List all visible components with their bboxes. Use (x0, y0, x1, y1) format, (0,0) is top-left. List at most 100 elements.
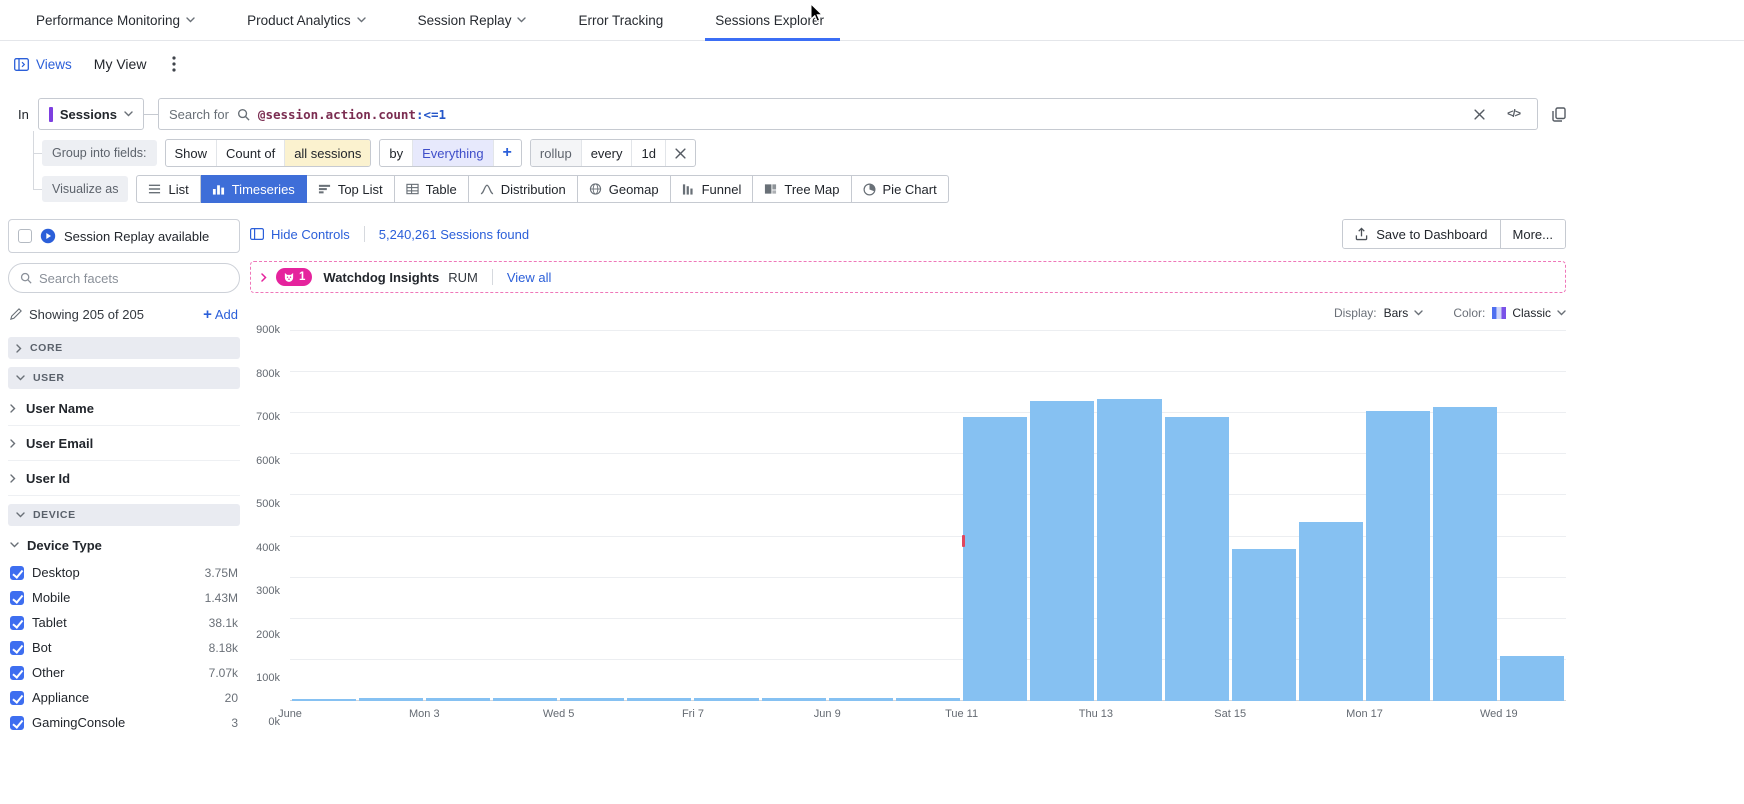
copy-query-button[interactable] (1552, 107, 1566, 122)
views-panel-icon (14, 58, 29, 71)
bar-slot (559, 331, 626, 701)
device-type-value-count: 7.07k (209, 666, 238, 680)
bar-slot (760, 331, 827, 701)
chart-bar-jun-16[interactable] (1299, 522, 1363, 701)
chart-bar-jun-14[interactable] (1165, 417, 1229, 701)
chart-bar-jun-13[interactable] (1097, 399, 1161, 701)
more-button[interactable]: More... (1500, 220, 1565, 248)
y-axis-label: 200k (256, 629, 280, 641)
device-type-value-label: Tablet (32, 615, 67, 630)
device-type-value-count: 8.18k (209, 641, 238, 655)
plot-area[interactable] (290, 331, 1566, 701)
y-axis-label: 900k (256, 324, 280, 336)
facet-search-input[interactable] (39, 271, 228, 286)
facet-user-name[interactable]: User Name (8, 391, 240, 426)
scope-selector-dropdown[interactable]: Sessions (38, 98, 144, 130)
tab-performance-monitoring[interactable]: Performance Monitoring (36, 0, 195, 40)
device-type-value-label: Bot (32, 640, 52, 655)
bar-slot (1163, 331, 1230, 701)
remove-rollup-button[interactable] (666, 140, 695, 166)
facet-user-id[interactable]: User Id (8, 461, 240, 496)
by-value-token[interactable]: Everything (413, 140, 493, 166)
device-type-value-label: Appliance (32, 690, 89, 705)
chart-bar-jun-17[interactable] (1366, 411, 1430, 701)
content-area: Session Replay available Showing 205 of … (8, 219, 1566, 735)
watchdog-view-all-link[interactable]: View all (507, 270, 552, 285)
viz-label: Timeseries (232, 182, 295, 197)
rollup-group: rollup every 1d (530, 139, 696, 167)
section-core[interactable]: CORE (8, 337, 240, 359)
views-bar: Views My View (0, 41, 1744, 87)
facet-device-type[interactable]: Device Type (8, 530, 240, 560)
visualize-row: Visualize as ListTimeseriesTop ListTable… (42, 175, 1744, 203)
section-device[interactable]: DEVICE (8, 504, 240, 526)
rollup-every-dropdown[interactable]: every (582, 140, 633, 166)
viz-geomap-button[interactable]: Geomap (578, 175, 671, 203)
count-target-token[interactable]: all sessions (285, 140, 370, 166)
viz-list-button[interactable]: List (136, 175, 200, 203)
views-button[interactable]: Views (14, 57, 72, 72)
chevron-right-icon (16, 344, 22, 353)
view-options-button[interactable] (168, 56, 180, 72)
chevron-right-icon[interactable] (261, 273, 267, 282)
facet-user-email[interactable]: User Email (8, 426, 240, 461)
chevron-right-icon (10, 404, 16, 413)
add-group-by-button[interactable]: + (494, 140, 521, 166)
query-text-input[interactable]: @session.action.count:<=1 (258, 107, 446, 122)
checkbox-appliance[interactable] (10, 691, 24, 705)
tab-label: Product Analytics (247, 13, 351, 28)
code-view-button[interactable]: </> (1500, 108, 1527, 120)
chart-bar-jun-12[interactable] (1030, 401, 1094, 701)
count-of-dropdown[interactable]: Count of (217, 140, 285, 166)
current-view-name[interactable]: My View (94, 56, 147, 72)
session-replay-checkbox[interactable] (18, 229, 32, 243)
hide-controls-button[interactable]: Hide Controls (250, 227, 350, 242)
device-type-other: Other7.07k (8, 660, 240, 685)
section-user[interactable]: USER (8, 367, 240, 389)
checkbox-mobile[interactable] (10, 591, 24, 605)
watchdog-dog-icon (283, 272, 295, 283)
checkbox-other[interactable] (10, 666, 24, 680)
session-replay-label: Session Replay available (64, 229, 209, 244)
viz-table-button[interactable]: Table (395, 175, 469, 203)
display-dropdown[interactable]: Bars (1384, 306, 1424, 320)
divider (364, 226, 365, 242)
x-axis-label: Tue 11 (945, 708, 978, 720)
device-type-value-count: 38.1k (209, 616, 238, 630)
chart-bar-jun-11[interactable] (963, 417, 1027, 701)
viz-pie-chart-button[interactable]: Pie Chart (852, 175, 949, 203)
viz-tree-map-button[interactable]: Tree Map (753, 175, 851, 203)
chart-bar-jun-15[interactable] (1232, 549, 1296, 701)
checkbox-desktop[interactable] (10, 566, 24, 580)
tab-session-replay[interactable]: Session Replay (418, 0, 527, 40)
session-replay-filter[interactable]: Session Replay available (8, 219, 240, 253)
checkbox-gamingconsole[interactable] (10, 716, 24, 730)
query-builder: In Sessions Search for @session.action.c… (0, 97, 1744, 203)
checkbox-bot[interactable] (10, 641, 24, 655)
tree-connector-stub (33, 189, 42, 190)
chart-bar-jun-18[interactable] (1433, 407, 1497, 701)
pencil-icon[interactable] (10, 308, 22, 320)
viz-distribution-button[interactable]: Distribution (469, 175, 578, 203)
chart-bar-jun-19[interactable] (1500, 656, 1564, 701)
clear-query-button[interactable] (1467, 109, 1492, 120)
scope-in-label: In (18, 107, 29, 122)
viz-funnel-button[interactable]: Funnel (671, 175, 754, 203)
watchdog-insights-banner[interactable]: 1 Watchdog Insights RUM View all (250, 261, 1566, 293)
tab-label: Error Tracking (578, 13, 663, 28)
rollup-interval-dropdown[interactable]: 1d (632, 140, 665, 166)
funnel-icon (682, 183, 695, 195)
x-axis-label: Fri 7 (682, 708, 704, 720)
viz-timeseries-button[interactable]: Timeseries (201, 175, 307, 203)
query-search-box[interactable]: Search for @session.action.count:<=1 </> (158, 98, 1538, 130)
chevron-down-icon (517, 17, 526, 23)
viz-top-list-button[interactable]: Top List (307, 175, 395, 203)
color-dropdown[interactable]: Classic (1492, 306, 1566, 320)
save-to-dashboard-button[interactable]: Save to Dashboard (1343, 220, 1499, 248)
tab-error-tracking[interactable]: Error Tracking (578, 0, 663, 40)
add-facet-button[interactable]: +Add (203, 306, 238, 323)
tab-product-analytics[interactable]: Product Analytics (247, 0, 366, 40)
tab-sessions-explorer[interactable]: Sessions Explorer (715, 0, 824, 40)
facet-search[interactable] (8, 263, 240, 293)
checkbox-tablet[interactable] (10, 616, 24, 630)
